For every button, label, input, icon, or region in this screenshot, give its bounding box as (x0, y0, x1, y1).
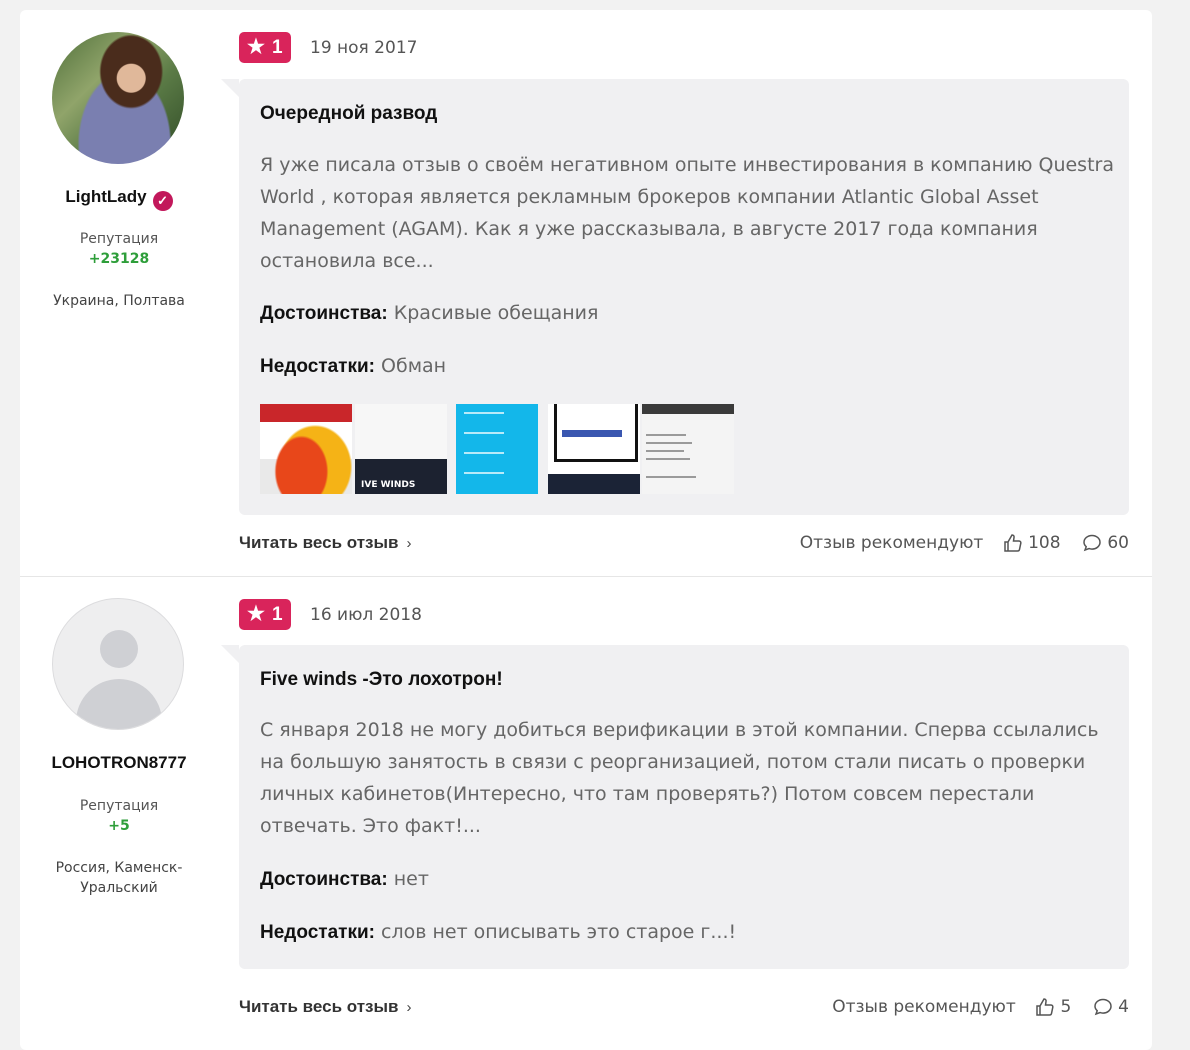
cons-text: Обман (381, 355, 447, 377)
pros-text: нет (393, 868, 429, 890)
comments-count: 60 (1107, 533, 1129, 553)
review-title[interactable]: Очередной развод (260, 103, 437, 125)
reputation-label: Репутация (79, 798, 159, 814)
photo-thumbnail[interactable]: IVE WINDS (355, 404, 447, 494)
username[interactable]: LightLady ✓ (20, 187, 218, 211)
cons-label: Недостатки: (260, 922, 375, 943)
cons-label: Недостатки: (260, 356, 375, 377)
review-text: Я уже писала отзыв о своём негативном оп… (260, 154, 1114, 272)
pros-label: Достоинства: (260, 303, 388, 324)
review-pros: Достоинства: Красивые обещания (260, 302, 598, 325)
photo-thumbnail[interactable] (260, 404, 352, 494)
photo-thumbnail[interactable] (548, 404, 640, 494)
comments-count: 4 (1118, 997, 1129, 1017)
reputation-label: Репутация (79, 231, 159, 247)
review-title[interactable]: Five winds -Это лохотрон! (260, 669, 503, 691)
rating-badge: ★ 1 (239, 32, 291, 63)
reputation-value: +23128 (88, 251, 150, 267)
avatar[interactable] (52, 598, 184, 730)
likes-count: 108 (1028, 533, 1061, 553)
read-more-link[interactable]: Читать весь отзыв › (239, 533, 411, 553)
reviews-card: LightLady ✓ Репутация +23128 Украина, Пол… (20, 10, 1152, 1050)
review-pros: Достоинства: нет (260, 868, 429, 891)
comment-icon (1083, 534, 1101, 552)
comments-button[interactable]: 4 (1093, 997, 1129, 1017)
like-button[interactable]: 5 (1035, 997, 1071, 1017)
likes-count: 5 (1060, 997, 1072, 1017)
thumbs-up-icon (1003, 534, 1022, 552)
check-badge-icon: ✓ (152, 191, 173, 211)
thumbnail-caption: IVE WINDS (361, 480, 416, 490)
cons-text: слов нет описывать это старое г...! (381, 921, 737, 943)
pros-label: Достоинства: (260, 869, 388, 890)
recommend-label: Отзыв рекомендуют (832, 997, 1016, 1017)
star-icon: ★ (247, 603, 265, 625)
read-more-link[interactable]: Читать весь отзыв › (239, 997, 411, 1017)
review-body[interactable]: Five winds -Это лохотрон! С января 2018 … (221, 645, 1129, 969)
review-date: 19 ноя 2017 (310, 38, 418, 58)
like-button[interactable]: 108 (1003, 533, 1061, 553)
review-body[interactable]: Очередной развод Я уже писала отзыв о св… (221, 79, 1129, 515)
rating-value: 1 (272, 37, 283, 58)
chevron-right-icon: › (406, 999, 412, 1016)
star-icon: ★ (247, 36, 265, 58)
username[interactable]: LOHOTRON8777 (20, 753, 218, 773)
comments-button[interactable]: 60 (1082, 533, 1129, 553)
review-meta: Отзыв рекомендуют 5 4 (832, 997, 1129, 1017)
comment-icon (1094, 998, 1112, 1016)
recommend-label: Отзыв рекомендуют (799, 533, 984, 553)
review-text: С января 2018 не могу добиться верификац… (260, 719, 1099, 837)
review-meta: Отзыв рекомендуют 108 60 (800, 533, 1129, 553)
rating-badge: ★ 1 (239, 599, 291, 630)
review-item: LOHOTRON8777 Репутация +5 Россия, Каменс… (20, 577, 1152, 1047)
rating-value: 1 (272, 604, 283, 625)
photo-thumbnail[interactable] (456, 404, 538, 494)
user-location: Украина, Полтава (53, 293, 185, 309)
review-cons: Недостатки: слов нет описывать это старо… (260, 921, 736, 944)
chevron-right-icon: › (406, 535, 412, 552)
pros-text: Красивые обещания (393, 302, 599, 324)
user-location: Россия, Каменск-Уральский (55, 860, 183, 896)
avatar[interactable] (52, 32, 184, 164)
review-date: 16 июл 2018 (310, 605, 422, 625)
review-cons: Недостатки: Обман (260, 355, 446, 378)
reputation-value: +5 (108, 818, 130, 834)
review-item: LightLady ✓ Репутация +23128 Украина, Пол… (20, 10, 1152, 577)
photo-thumbnail[interactable] (642, 404, 734, 494)
thumbs-up-icon (1036, 998, 1054, 1016)
